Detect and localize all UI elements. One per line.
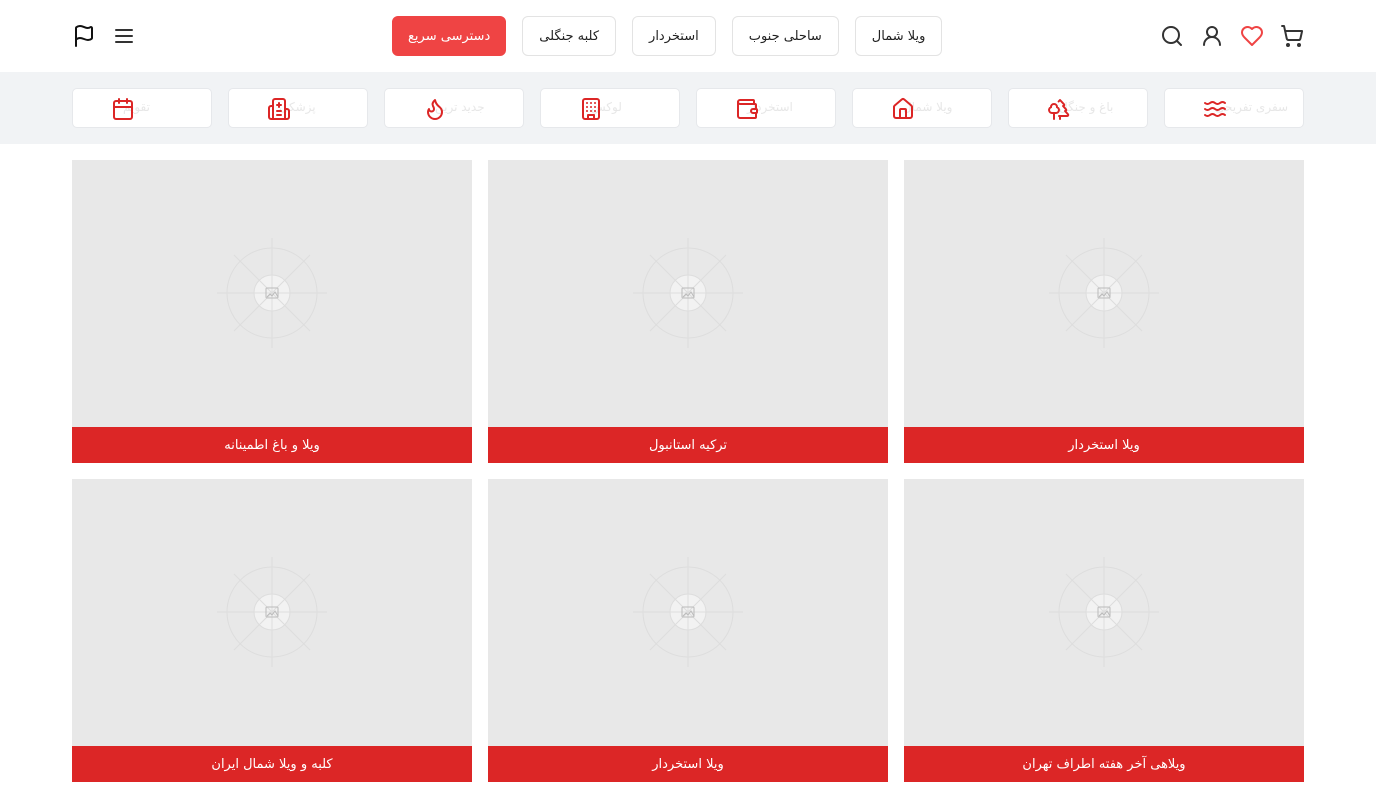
category-newest[interactable]: جدید ترین: [384, 88, 524, 128]
category-garden[interactable]: باغ و جنگل: [1008, 88, 1148, 128]
nav-north-villa[interactable]: ویلا شمال: [854, 16, 943, 56]
listing-card[interactable]: ویلا استخردار: [904, 160, 1304, 463]
nav-south-beach[interactable]: ساحلی جنوب: [731, 16, 839, 56]
listing-card[interactable]: ویلا و باغ اطمینانه: [72, 160, 472, 463]
search-icon[interactable]: [1160, 16, 1184, 56]
image-placeholder-icon: [217, 238, 327, 348]
listing-card[interactable]: کلبه و ویلا شمال ایران: [72, 479, 472, 782]
heart-icon[interactable]: [1240, 16, 1264, 56]
user-icon[interactable]: [1200, 16, 1224, 56]
listing-title: ویلا و باغ اطمینانه: [72, 427, 472, 463]
listing-title: ترکیه استانبول: [488, 427, 888, 463]
category-pool[interactable]: استخردار: [696, 88, 836, 128]
listing-title: ویلاهی آخر هفته اطراف تهران: [904, 746, 1304, 782]
listing-grid: ویلا استخردار ترکیه استانبول ویلا و باغ …: [72, 160, 1304, 782]
category-calendar[interactable]: تقویم: [72, 88, 212, 128]
menu-icon[interactable]: [112, 16, 136, 56]
category-list: سفری تفریحی باغ و جنگل ویلا شمال استخردا…: [72, 88, 1304, 128]
category-luxury[interactable]: لوکس: [540, 88, 680, 128]
top-header: ویلا شمال ساحلی جنوب استخردار کلبه جنگلی…: [0, 0, 1376, 72]
category-strip: سفری تفریحی باغ و جنگل ویلا شمال استخردا…: [0, 72, 1376, 144]
nav-forest-cabin[interactable]: کلبه جنگلی: [522, 16, 617, 56]
listing-card[interactable]: ترکیه استانبول: [488, 160, 888, 463]
building-icon: [579, 97, 603, 121]
header-actions: [1160, 16, 1304, 56]
category-north-villa[interactable]: ویلا شمال: [852, 88, 992, 128]
image-placeholder-icon: [1049, 238, 1159, 348]
listing-title: ویلا استخردار: [488, 746, 888, 782]
wallet-icon: [735, 97, 759, 121]
hospital-icon: [267, 97, 291, 121]
listing-card[interactable]: ویلا استخردار: [488, 479, 888, 782]
image-placeholder-icon: [1049, 557, 1159, 667]
cart-icon[interactable]: [1280, 16, 1304, 56]
flame-icon: [423, 97, 447, 121]
quick-access-button[interactable]: دسترسی سریع: [392, 16, 507, 56]
waves-icon: [1203, 97, 1227, 121]
category-medical[interactable]: پزشکی: [228, 88, 368, 128]
image-placeholder-icon: [633, 557, 743, 667]
calendar-icon: [111, 97, 135, 121]
quick-nav: ویلا شمال ساحلی جنوب استخردار کلبه جنگلی…: [392, 16, 943, 56]
listing-card[interactable]: ویلاهی آخر هفته اطراف تهران: [904, 479, 1304, 782]
header-left-actions: [72, 16, 136, 56]
listing-title: کلبه و ویلا شمال ایران: [72, 746, 472, 782]
home-icon: [891, 97, 915, 121]
trees-icon: [1047, 97, 1071, 121]
image-placeholder-icon: [217, 557, 327, 667]
category-leisure[interactable]: سفری تفریحی: [1164, 88, 1304, 128]
flag-icon[interactable]: [72, 16, 96, 56]
nav-pool[interactable]: استخردار: [632, 16, 716, 56]
image-placeholder-icon: [633, 238, 743, 348]
listing-title: ویلا استخردار: [904, 427, 1304, 463]
